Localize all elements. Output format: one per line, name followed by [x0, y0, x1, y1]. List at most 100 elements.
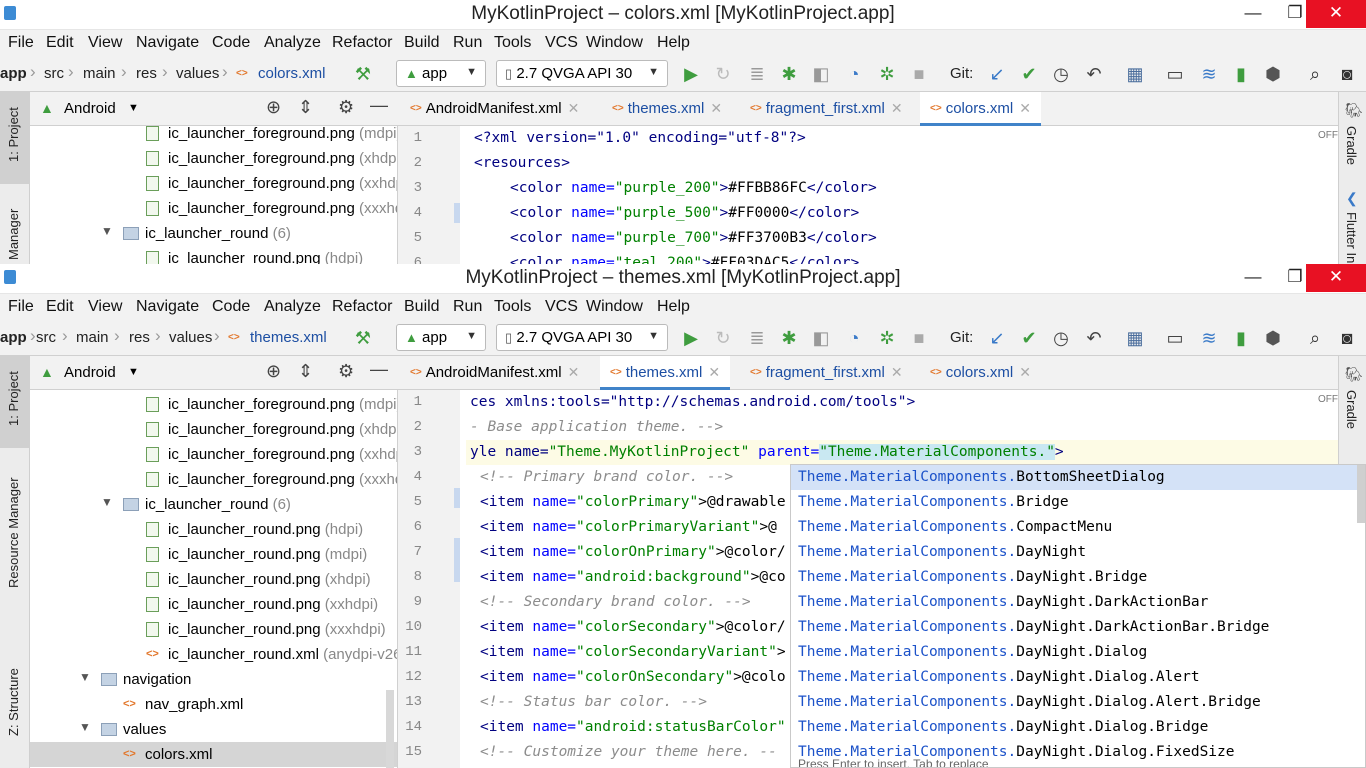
completion-item[interactable]: Theme.MaterialComponents.Bridge [791, 490, 1365, 515]
tree-item[interactable]: ic_launcher_foreground.png (xxxhdpi) [30, 196, 397, 221]
breadcrumb-main[interactable]: main [76, 329, 109, 346]
menu-refactor[interactable]: Refactor [332, 34, 392, 52]
tree-item[interactable]: ic_launcher_round.png (xxhdpi) [30, 592, 397, 617]
completion-item[interactable]: Theme.MaterialComponents.DayNight.DarkAc… [791, 590, 1365, 615]
project-view-select[interactable]: Android [64, 100, 116, 117]
minimize-button[interactable]: — [1230, 264, 1276, 292]
completion-item[interactable]: Theme.MaterialComponents.BottomSheetDial… [791, 465, 1365, 490]
completion-item[interactable]: Theme.MaterialComponents.DayNight.Dialog [791, 640, 1365, 665]
git-rollback-icon[interactable]: ↶ [1083, 327, 1105, 349]
git-rollback-icon[interactable]: ↶ [1083, 63, 1105, 85]
attach-debugger-icon[interactable]: ◧ [810, 327, 832, 349]
close-icon[interactable]: ✕ [891, 100, 903, 116]
tree-item[interactable]: ic_launcher_round.png (hdpi) [30, 246, 397, 264]
menu-build[interactable]: Build [404, 34, 440, 52]
tab-fragment-first[interactable]: <> fragment_first.xml ✕ [750, 92, 903, 126]
close-icon[interactable]: ✕ [708, 364, 720, 380]
completion-item[interactable]: Theme.MaterialComponents.DayNight.DarkAc… [791, 615, 1365, 640]
tree-item[interactable]: ic_launcher_foreground.png (xxhdpi) [30, 171, 397, 196]
locate-icon[interactable]: ⊕ [266, 361, 281, 382]
profile-icon[interactable]: ◔ [843, 327, 865, 349]
menu-tools[interactable]: Tools [494, 34, 531, 52]
git-history-icon[interactable]: ◷ [1050, 63, 1072, 85]
tree-item[interactable]: ic_launcher_foreground.png (xxhdpi) [30, 442, 397, 467]
coverage-icon[interactable]: ✲ [876, 327, 898, 349]
avd-manager-icon[interactable]: ▮ [1230, 327, 1252, 349]
project-tool-label[interactable]: 1: Project [6, 371, 21, 426]
menu-analyze[interactable]: Analyze [264, 34, 321, 52]
tree-item[interactable]: ic_launcher_foreground.png (xxxhdpi) [30, 467, 397, 492]
menu-view[interactable]: View [88, 298, 122, 316]
flutter-tool-label[interactable]: Flutter In [1344, 212, 1359, 263]
breadcrumb-file[interactable]: themes.xml [250, 329, 327, 346]
debug-icon[interactable]: ✱ [778, 63, 800, 85]
menu-code[interactable]: Code [212, 298, 250, 316]
close-icon[interactable]: ✕ [1019, 364, 1031, 380]
chevron-down-icon[interactable]: ▼ [128, 366, 139, 378]
resource-manager-tool-label[interactable]: Manager [6, 209, 21, 260]
completion-item[interactable]: Theme.MaterialComponents.DayNight [791, 540, 1365, 565]
device-select[interactable]: ▯ 2.7 QVGA API 30 ▼ [496, 324, 668, 351]
breadcrumb-app[interactable]: app [0, 65, 27, 82]
tree-item[interactable]: ic_launcher_foreground.png (xhdpi) [30, 146, 397, 171]
breadcrumb-app[interactable]: app [0, 329, 27, 346]
tab-fragment-first[interactable]: <> fragment_first.xml ✕ [750, 356, 903, 390]
resource-manager-tool-label[interactable]: Resource Manager [6, 477, 21, 588]
menu-navigate[interactable]: Navigate [136, 298, 199, 316]
project-structure-icon[interactable]: ▦ [1124, 327, 1146, 349]
completion-item[interactable]: Theme.MaterialComponents.DayNight.Bridge [791, 565, 1365, 590]
device-select[interactable]: ▯ 2.7 QVGA API 30 ▼ [496, 60, 668, 87]
tree-item[interactable]: <> colors.xml [30, 742, 397, 767]
menu-edit[interactable]: Edit [46, 34, 74, 52]
tree-item[interactable]: ▼ ic_launcher_round (6) [30, 492, 397, 517]
hammer-icon[interactable]: ⚒ [352, 63, 374, 85]
apply-changes-icon[interactable]: ≣ [746, 327, 768, 349]
rerun-icon[interactable]: ↻ [712, 327, 734, 349]
breadcrumb-src[interactable]: src [44, 65, 64, 82]
close-button[interactable]: ✕ [1306, 0, 1366, 28]
assistant-icon[interactable]: ◙ [1336, 327, 1358, 349]
breadcrumb-values[interactable]: values [176, 65, 219, 82]
git-history-icon[interactable]: ◷ [1050, 327, 1072, 349]
breadcrumb-values[interactable]: values [169, 329, 212, 346]
minimize-button[interactable]: — [1230, 0, 1276, 28]
sdk-manager-icon[interactable]: ⬢ [1262, 63, 1284, 85]
chevron-down-icon[interactable]: ▼ [79, 670, 91, 684]
project-structure-icon[interactable]: ▦ [1124, 63, 1146, 85]
close-icon[interactable]: ✕ [568, 100, 580, 116]
avd-manager-icon[interactable]: ▮ [1230, 63, 1252, 85]
project-tool-label[interactable]: 1: Project [6, 107, 21, 162]
tree-item[interactable]: ic_launcher_round.png (xxxhdpi) [30, 617, 397, 642]
tree-item[interactable]: ic_launcher_foreground.png (xhdpi) [30, 417, 397, 442]
chevron-down-icon[interactable]: ▼ [101, 495, 113, 509]
tree-item[interactable]: ic_launcher_foreground.png (mdpi) [30, 126, 397, 146]
tree-item[interactable]: ic_launcher_round.png (mdpi) [30, 542, 397, 567]
tree-item[interactable]: ic_launcher_foreground.png (mdpi) [30, 392, 397, 417]
menu-code[interactable]: Code [212, 34, 250, 52]
menu-view[interactable]: View [88, 34, 122, 52]
completion-scrollbar[interactable] [1357, 465, 1365, 523]
profile-icon[interactable]: ◔ [843, 63, 865, 85]
stop-icon[interactable]: ■ [908, 327, 930, 349]
close-icon[interactable]: ✕ [1019, 100, 1031, 116]
run-config-select[interactable]: ▲ app ▼ [396, 324, 486, 351]
menu-navigate[interactable]: Navigate [136, 34, 199, 52]
collapse-all-icon[interactable]: ⇕ [298, 361, 313, 382]
hammer-icon[interactable]: ⚒ [352, 327, 374, 349]
chevron-down-icon[interactable]: ▼ [128, 102, 139, 114]
gear-icon[interactable]: ⚙ [338, 361, 354, 382]
locate-icon[interactable]: ⊕ [266, 97, 281, 118]
tree-item[interactable]: <> ic_launcher_round.xml (anydpi-v26) [30, 642, 397, 667]
sdk-manager-icon[interactable]: ⬢ [1262, 327, 1284, 349]
breadcrumb-res[interactable]: res [136, 65, 157, 82]
debug-icon[interactable]: ✱ [778, 327, 800, 349]
device-manager-icon[interactable]: ▭ [1164, 327, 1186, 349]
hide-icon[interactable]: — [370, 359, 388, 380]
menu-help[interactable]: Help [657, 34, 690, 52]
tab-colors[interactable]: <> colors.xml ✕ [930, 356, 1031, 390]
tab-colors[interactable]: <> colors.xml ✕ [920, 92, 1041, 126]
hide-icon[interactable]: — [370, 95, 388, 116]
breadcrumb-main[interactable]: main [83, 65, 116, 82]
menu-window[interactable]: Window [586, 298, 643, 316]
tree-item[interactable]: ▼ ic_launcher_round (6) [30, 221, 397, 246]
